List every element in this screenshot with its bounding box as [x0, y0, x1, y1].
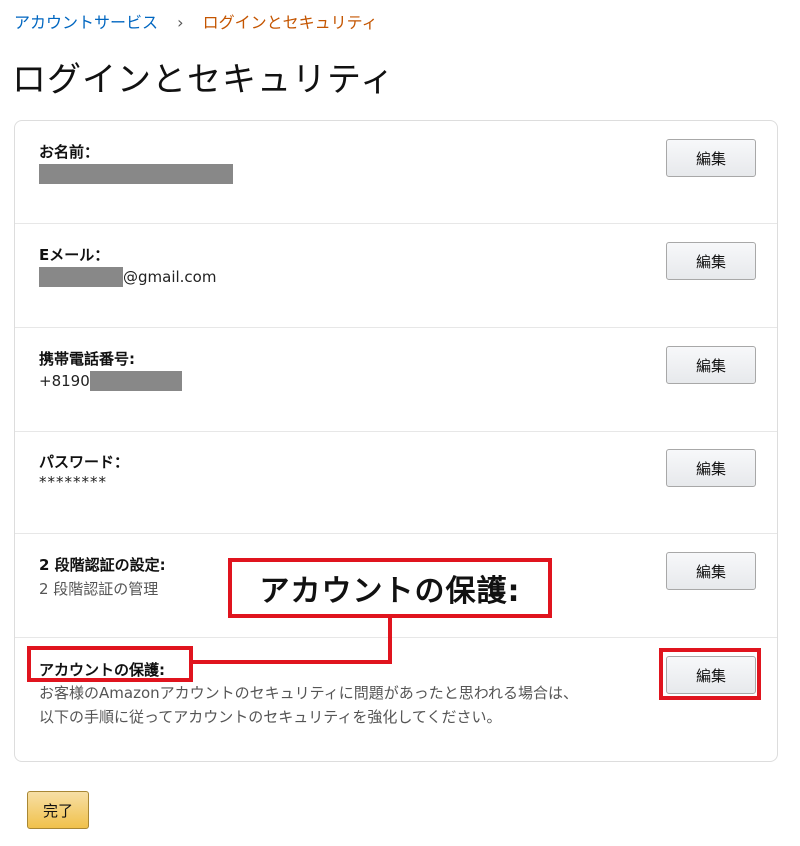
password-label: パスワード： — [39, 453, 130, 471]
edit-email-button[interactable]: 編集 — [666, 242, 756, 280]
chevron-right-icon: › — [177, 13, 184, 32]
password-row: パスワード： ******** 編集 — [15, 431, 777, 534]
connector-vertical-line — [388, 616, 392, 664]
email-row: Eメール： @gmail.com 編集 — [15, 223, 777, 328]
name-row: お名前： 編集 — [15, 121, 777, 224]
email-label: Eメール： — [39, 246, 110, 264]
phone-label: 携帯電話番号: — [39, 350, 135, 368]
breadcrumb-account-services-link[interactable]: アカウントサービス — [14, 13, 158, 32]
highlight-edit-button — [659, 648, 761, 700]
done-button[interactable]: 完了 — [27, 791, 89, 829]
edit-password-button[interactable]: 編集 — [666, 449, 756, 487]
two-step-value: 2 段階認証の管理 — [39, 580, 159, 598]
edit-name-button[interactable]: 編集 — [666, 139, 756, 177]
breadcrumb-current: ログインとセキュリティ — [202, 13, 378, 32]
email-domain: @gmail.com — [123, 268, 217, 286]
redacted-phone — [89, 371, 182, 391]
account-protection-description: お客様のAmazonアカウントのセキュリティに問題があったと思われる場合は、 以… — [39, 681, 649, 729]
name-label: お名前： — [39, 143, 100, 161]
annotation-callout: アカウントの保護: — [228, 558, 552, 618]
account-protection-desc-line1: お客様のAmazonアカウントのセキュリティに問題があったと思われる場合は、 — [39, 684, 578, 702]
email-value: @gmail.com — [39, 267, 216, 287]
redacted-name — [39, 164, 233, 184]
account-protection-desc-line2: 以下の手順に従ってアカウントのセキュリティを強化してください。 — [39, 708, 502, 726]
page-title: ログインとセキュリティ — [12, 60, 395, 100]
edit-phone-button[interactable]: 編集 — [666, 346, 756, 384]
phone-value: +8190 — [39, 371, 182, 391]
name-value — [39, 164, 233, 184]
two-step-label: 2 段階認証の設定: — [39, 556, 166, 574]
redacted-email — [39, 267, 123, 287]
connector-horizontal-line — [191, 660, 392, 664]
breadcrumb: アカウントサービス › ログインとセキュリティ — [14, 9, 378, 33]
phone-row: 携帯電話番号: +8190 編集 — [15, 327, 777, 432]
edit-two-step-button[interactable]: 編集 — [666, 552, 756, 590]
phone-prefix: +8190 — [39, 372, 90, 390]
password-value: ******** — [39, 473, 107, 491]
highlight-account-protection-label — [27, 646, 193, 682]
